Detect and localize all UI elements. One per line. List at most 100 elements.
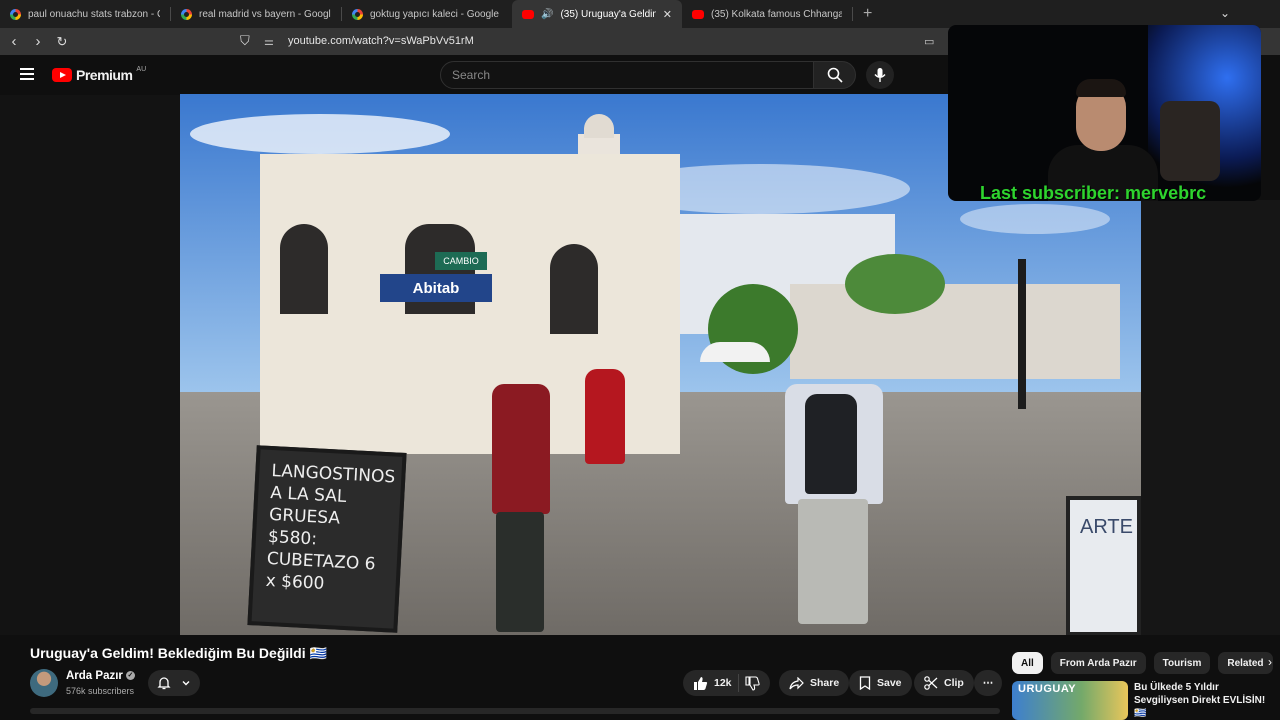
channel-name-text[interactable]: Arda Pazır: [66, 670, 123, 682]
scene-tree: [845, 254, 945, 314]
browser-tab[interactable]: real madrid vs bayern - Google Sear: [171, 0, 341, 28]
scene-lamp-post: [1018, 259, 1026, 409]
scene-person: [496, 512, 544, 632]
browser-tab-active[interactable]: 🔊 (35) Uruguay'a Geldim! Bekle ✕: [512, 0, 682, 28]
scene-chalkboard-text: LANGOSTINOS A LA SAL GRUESA $580: CUBETA…: [265, 461, 396, 595]
country-code: AU: [136, 65, 147, 73]
tab-label: real madrid vs bayern - Google Sear: [199, 8, 331, 20]
google-icon: [181, 8, 192, 20]
more-actions-button[interactable]: ⋯: [974, 670, 1002, 696]
webcam-overlay: Last subscriber: mervebrc: [948, 25, 1261, 201]
share-icon: [789, 676, 804, 689]
scene-person: [805, 394, 857, 494]
site-info-icon[interactable]: ⚌: [264, 35, 288, 48]
scene-person: [492, 384, 550, 514]
scene-person: [585, 369, 625, 464]
save-button[interactable]: Save: [849, 670, 912, 696]
logo-text: Premium: [76, 67, 133, 83]
bell-icon: [157, 677, 171, 690]
chip-related[interactable]: Related: [1218, 652, 1273, 674]
page-background: [0, 95, 180, 635]
description-box-edge: [30, 708, 1000, 714]
browser-tab[interactable]: paul onuachu stats trabzon - Google: [0, 0, 170, 28]
chevron-down-icon: [182, 681, 190, 686]
url-text[interactable]: youtube.com/watch?v=sWaPbVv51rM: [288, 35, 474, 47]
clip-button[interactable]: Clip: [914, 670, 974, 696]
google-icon: [10, 8, 21, 20]
video-info: Uruguay'a Geldim! Beklediğim Bu Değildi …: [0, 635, 1280, 720]
search-button[interactable]: [813, 61, 856, 89]
recommendation-thumbnail[interactable]: URUGUAY: [1012, 681, 1128, 720]
tab-label: paul onuachu stats trabzon - Google: [28, 8, 160, 20]
back-icon[interactable]: ‹: [4, 33, 24, 50]
tab-divider: [852, 7, 853, 21]
close-tab-icon[interactable]: ✕: [663, 8, 672, 21]
microphone-icon: [874, 68, 886, 82]
scene-art-board-text: ARTE: [1080, 516, 1133, 538]
related-filter-chips: All From Arda Pazır Tourism Related: [1012, 652, 1273, 674]
youtube-logo[interactable]: Premium AU: [52, 65, 147, 83]
recommendation-title[interactable]: Bu Ülkede 5 Yıldır Sevgiliysen Direkt EV…: [1134, 681, 1274, 720]
notification-bell-button[interactable]: [148, 670, 200, 696]
youtube-icon: [692, 9, 704, 19]
save-label: Save: [877, 677, 902, 689]
forward-icon[interactable]: ›: [28, 33, 48, 50]
google-icon: [352, 8, 363, 20]
tab-label: goktug yapıcı kaleci - Google Search: [370, 8, 502, 20]
scene-arch: [280, 224, 328, 314]
youtube-icon: [522, 9, 534, 19]
scene-cloud: [190, 114, 450, 154]
webcam-hair: [1076, 79, 1126, 97]
scene-umbrella: [700, 342, 770, 362]
chip-tourism[interactable]: Tourism: [1153, 652, 1211, 674]
subscriber-count: 576k subscribers: [66, 686, 135, 696]
chevron-right-icon[interactable]: ›: [1268, 655, 1272, 669]
voice-search-button[interactable]: [866, 61, 894, 89]
speaker-icon[interactable]: 🔊: [541, 9, 553, 20]
channel-name[interactable]: Arda Pazır ✓: [66, 670, 135, 682]
save-icon: [859, 676, 871, 690]
scene-arch: [550, 244, 598, 334]
scene-sign-cambio: CAMBIO: [435, 252, 487, 270]
more-icon: ⋯: [982, 677, 994, 689]
chip-from-channel[interactable]: From Arda Pazır: [1050, 652, 1146, 674]
share-label: Share: [810, 677, 840, 689]
search-placeholder: Search: [452, 68, 491, 82]
scene-building: [790, 284, 1120, 379]
youtube-play-icon: [52, 68, 72, 82]
scene-person: [798, 499, 868, 624]
like-dislike-group: 12k: [683, 670, 770, 696]
bookmark-icon[interactable]: ⛉: [240, 33, 264, 49]
search-input[interactable]: Search: [440, 61, 814, 89]
scene-cloud: [960, 204, 1110, 234]
chip-all[interactable]: All: [1012, 652, 1043, 674]
tab-label: (35) Uruguay'a Geldim! Bekle: [560, 8, 655, 20]
reload-icon[interactable]: ↻: [52, 34, 72, 50]
dislike-icon[interactable]: [744, 675, 760, 691]
browser-tab[interactable]: (35) Kolkata famous Chhangani club: [682, 0, 852, 28]
like-count[interactable]: 12k: [714, 677, 732, 689]
video-title: Uruguay'a Geldim! Beklediğim Bu Değildi …: [30, 645, 327, 661]
divider: [737, 674, 739, 692]
cast-icon[interactable]: ▭: [924, 35, 934, 48]
address-bar[interactable]: ⛉ ⚌ youtube.com/watch?v=sWaPbVv51rM: [240, 30, 950, 52]
new-tab-icon[interactable]: +: [863, 5, 872, 23]
share-button[interactable]: Share: [779, 670, 850, 696]
webcam-chair: [1160, 101, 1220, 181]
browser-tab-strip: paul onuachu stats trabzon - Google real…: [0, 0, 1280, 28]
scissors-icon: [924, 676, 938, 690]
scene-art-board: ARTE: [1066, 496, 1141, 635]
page-background: [1141, 200, 1280, 635]
channel-avatar[interactable]: [30, 669, 58, 697]
tab-search-icon[interactable]: ⌄: [1220, 6, 1230, 20]
scene-chalkboard: LANGOSTINOS A LA SAL GRUESA $580: CUBETA…: [247, 445, 407, 633]
scene-sign-abitab: Abitab: [380, 274, 492, 302]
menu-icon[interactable]: [20, 68, 34, 83]
like-icon[interactable]: [693, 676, 708, 691]
tab-label: (35) Kolkata famous Chhangani club: [711, 8, 842, 20]
clip-label: Clip: [944, 677, 964, 689]
thumbnail-text: URUGUAY: [1018, 683, 1077, 695]
verified-icon: ✓: [125, 671, 135, 681]
search-icon: [827, 67, 843, 83]
browser-tab[interactable]: goktug yapıcı kaleci - Google Search: [342, 0, 512, 28]
